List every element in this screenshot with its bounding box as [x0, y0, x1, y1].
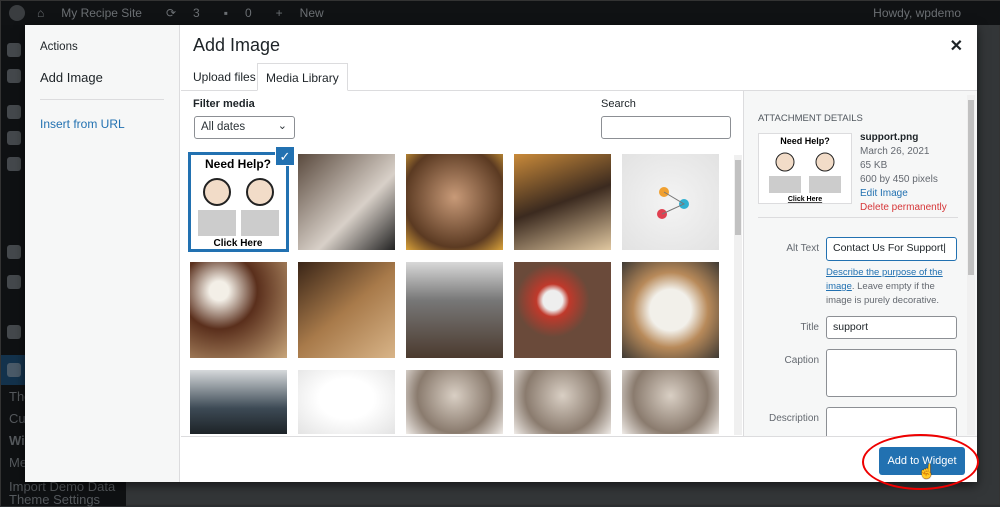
plugin-icon	[7, 69, 21, 83]
comment-icon: ▪	[223, 6, 228, 20]
media-thumbnail-plate-food[interactable]	[622, 262, 719, 358]
media-thumbnail-bakery-shop[interactable]	[406, 262, 503, 358]
date-filter-select[interactable]: All dates ⌄	[194, 116, 295, 139]
media-icon	[7, 131, 21, 145]
media-menu: Actions Add Image Insert from URL	[25, 25, 180, 482]
site-link[interactable]: ⌂ My Recipe Site	[37, 6, 154, 20]
filter-label: Filter media	[193, 98, 255, 110]
media-thumbnail-woman-reading[interactable]	[514, 154, 611, 250]
feedback-icon	[7, 275, 21, 289]
admin-bar: ⌂ My Recipe Site ⟳ 3 ▪ 0 + New Howdy, wpdemo	[1, 1, 1000, 25]
svg-text:Click Here: Click Here	[788, 196, 822, 203]
hand-cursor-icon: ☝	[918, 463, 936, 479]
highlight-circle	[862, 434, 979, 490]
comments-link[interactable]: ▪ 0	[224, 6, 264, 20]
attachment-preview: Need Help? Click Here	[758, 133, 852, 204]
media-thumbnail-woman-hat-1[interactable]	[406, 370, 503, 434]
edit-image-link[interactable]: Edit Image	[860, 188, 908, 199]
divider	[758, 217, 958, 218]
menu-insert-from-url[interactable]: Insert from URL	[40, 117, 125, 131]
details-scrollbar[interactable]	[967, 95, 975, 435]
alt-text-help: Describe the purpose of the image. Leave…	[826, 267, 943, 306]
media-thumbnail-laptop-typing[interactable]	[298, 154, 395, 250]
nav-theme-settings[interactable]: Theme Settings	[9, 493, 100, 506]
grid-scrollbar[interactable]	[734, 155, 742, 435]
refresh-icon: ⟳	[165, 6, 177, 20]
caption-textarea[interactable]	[826, 349, 957, 397]
modal-title: Add Image	[193, 35, 281, 55]
description-label: Description	[768, 413, 819, 424]
media-tabs: Upload files Media Library	[181, 63, 977, 91]
thumb-text-top: Need Help?	[205, 157, 271, 171]
svg-text:Need Help?: Need Help?	[780, 136, 830, 146]
media-thumbnail-white-tshirt[interactable]	[298, 370, 395, 434]
dashboard-icon	[7, 43, 21, 57]
file-size: 65 KB	[860, 160, 888, 171]
title-input[interactable]: support	[826, 316, 957, 339]
media-thumbnail-woman-hat-3[interactable]	[622, 370, 719, 434]
media-thumbnail-map-pins[interactable]	[622, 154, 719, 250]
alt-text-label: Alt Text	[786, 243, 819, 254]
media-thumbnail-woman-hat-2[interactable]	[514, 370, 611, 434]
details-heading: ATTACHMENT DETAILS	[758, 113, 863, 124]
howdy-link[interactable]: Howdy, wpdemo	[873, 6, 961, 20]
dimensions: 600 by 450 pixels	[860, 174, 938, 185]
pin-icon	[7, 105, 21, 119]
new-link[interactable]: + New	[276, 6, 336, 20]
updates-link[interactable]: ⟳ 3	[166, 6, 212, 20]
pages-icon	[7, 157, 21, 171]
wordpress-logo-icon[interactable]	[9, 5, 25, 21]
caption-label: Caption	[784, 355, 819, 366]
media-thumbnail-cupcakes-3[interactable]	[514, 262, 611, 358]
alt-text-input[interactable]: Contact Us For Support|	[826, 237, 957, 261]
thumb-text-bottom: Click Here	[214, 238, 263, 249]
chevron-down-icon: ⌄	[277, 120, 287, 132]
media-thumbnail-support[interactable]: Need Help? Click Here	[188, 152, 289, 252]
menu-add-image[interactable]: Add Image	[40, 70, 103, 85]
media-thumbnail-man-portrait[interactable]	[406, 154, 503, 250]
description-textarea[interactable]	[826, 407, 957, 436]
plus-icon: +	[275, 6, 283, 20]
delete-permanently-link[interactable]: Delete permanently	[860, 202, 947, 213]
actions-heading: Actions	[40, 41, 78, 53]
filename: support.png	[860, 132, 919, 143]
tab-upload-files[interactable]: Upload files	[185, 63, 264, 91]
title-label: Title	[800, 322, 819, 333]
attachment-details: ATTACHMENT DETAILS Need Help? Click Here …	[743, 91, 977, 436]
search-label: Search	[601, 98, 636, 110]
divider	[40, 99, 164, 100]
comments-icon	[7, 245, 21, 259]
modal-toolbar	[181, 436, 977, 482]
media-thumbnail-typewriter[interactable]	[190, 370, 287, 434]
brush-icon	[7, 363, 21, 377]
home-icon: ⌂	[37, 6, 45, 20]
close-icon[interactable]: ✕	[950, 36, 963, 56]
search-input[interactable]	[601, 116, 731, 139]
media-modal: Actions Add Image Insert from URL Add Im…	[25, 25, 977, 482]
checkmark-icon[interactable]: ✓	[275, 146, 295, 166]
media-thumbnail-cupcakes-2[interactable]	[298, 262, 395, 358]
tab-media-library[interactable]: Media Library	[257, 63, 348, 91]
upload-date: March 26, 2021	[860, 146, 930, 157]
tools-icon	[7, 325, 21, 339]
attachment-meta: support.png March 26, 2021 65 KB 600 by …	[860, 131, 947, 215]
media-thumbnail-cupcakes-1[interactable]	[190, 262, 287, 358]
